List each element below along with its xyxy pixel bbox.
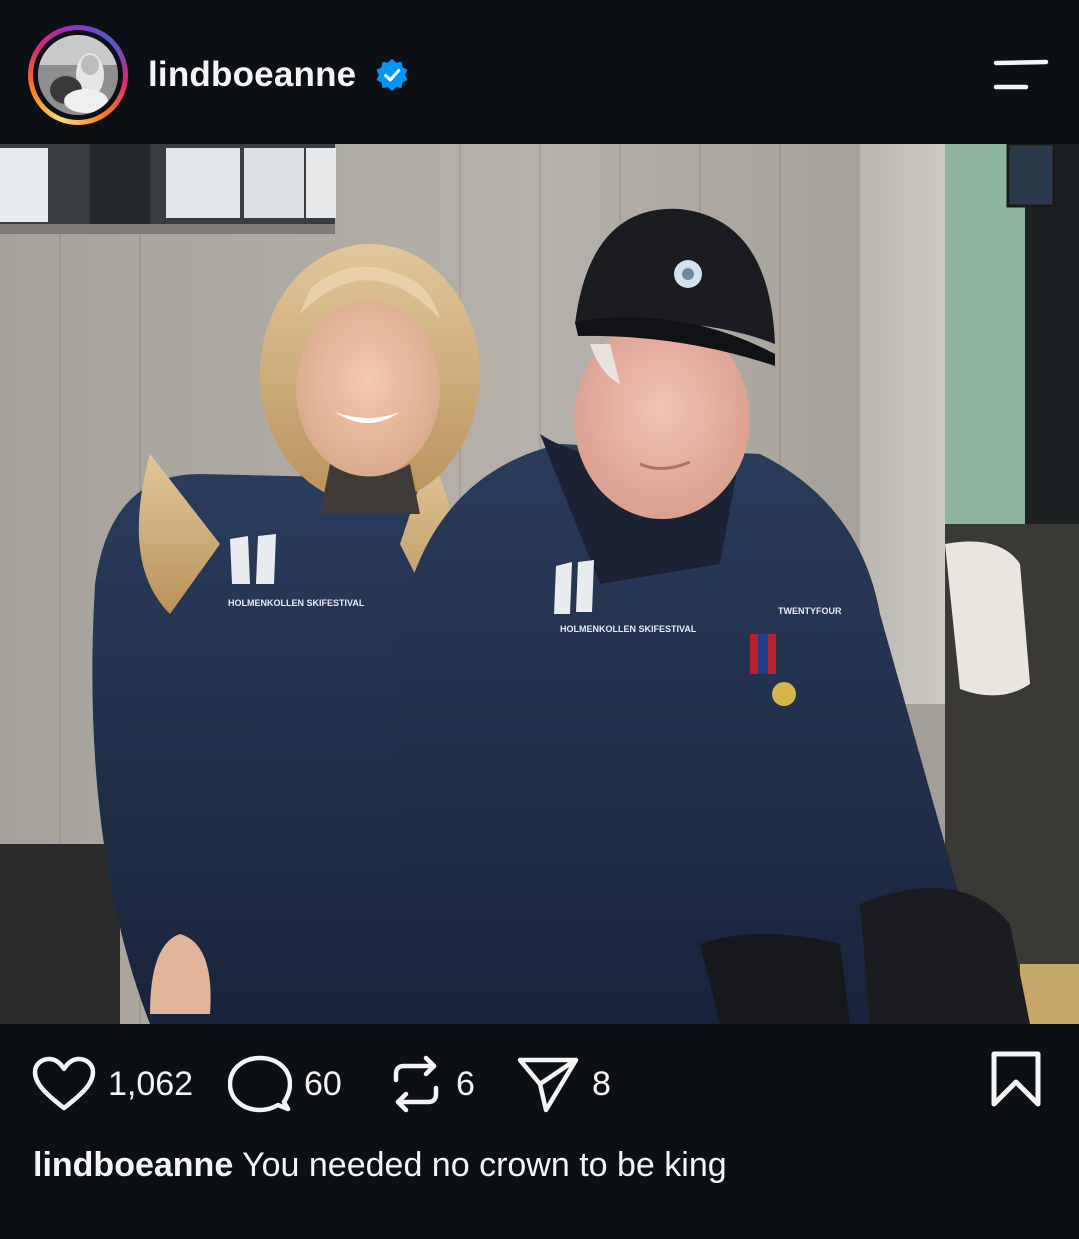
jacket-logo-text-left: HOLMENKOLLEN SKIFESTIVAL xyxy=(228,598,365,608)
verified-badge-icon xyxy=(376,58,408,92)
jacket-logo-text-right: HOLMENKOLLEN SKIFESTIVAL xyxy=(560,624,697,634)
caption-username[interactable]: lindboeanne xyxy=(33,1146,233,1184)
post-image[interactable]: HOLMENKOLLEN SKIFESTIVAL HOLMENKOLLEN SK… xyxy=(0,144,1079,1024)
header-username[interactable]: lindboeanne xyxy=(148,55,356,95)
story-ring[interactable] xyxy=(28,25,128,125)
bookmark-icon[interactable] xyxy=(988,1050,1044,1110)
like-count: 1,062 xyxy=(108,1064,194,1103)
jacket-brand-text: TWENTYFOUR xyxy=(778,606,842,616)
avatar[interactable] xyxy=(38,35,118,115)
caption: lindboeanne You needed no crown to be ki… xyxy=(33,1146,727,1185)
comment-count: 60 xyxy=(304,1064,342,1103)
share-button[interactable]: 8 xyxy=(516,1052,611,1116)
comment-button[interactable]: 60 xyxy=(228,1052,342,1116)
like-button[interactable]: 1,062 xyxy=(32,1052,193,1116)
menu-icon[interactable] xyxy=(992,58,1050,92)
repost-icon xyxy=(393,1055,439,1113)
avatar-photo xyxy=(38,35,118,115)
comment-icon xyxy=(228,1055,292,1113)
repost-count: 6 xyxy=(456,1064,475,1103)
heart-icon xyxy=(32,1056,96,1111)
repost-button[interactable]: 6 xyxy=(388,1052,475,1116)
caption-text: You needed no crown to be king xyxy=(242,1146,727,1184)
post-photo: HOLMENKOLLEN SKIFESTIVAL HOLMENKOLLEN SK… xyxy=(0,144,1079,1024)
share-count: 8 xyxy=(592,1064,611,1103)
send-icon xyxy=(517,1057,579,1113)
post-header: lindboeanne xyxy=(0,0,1079,144)
